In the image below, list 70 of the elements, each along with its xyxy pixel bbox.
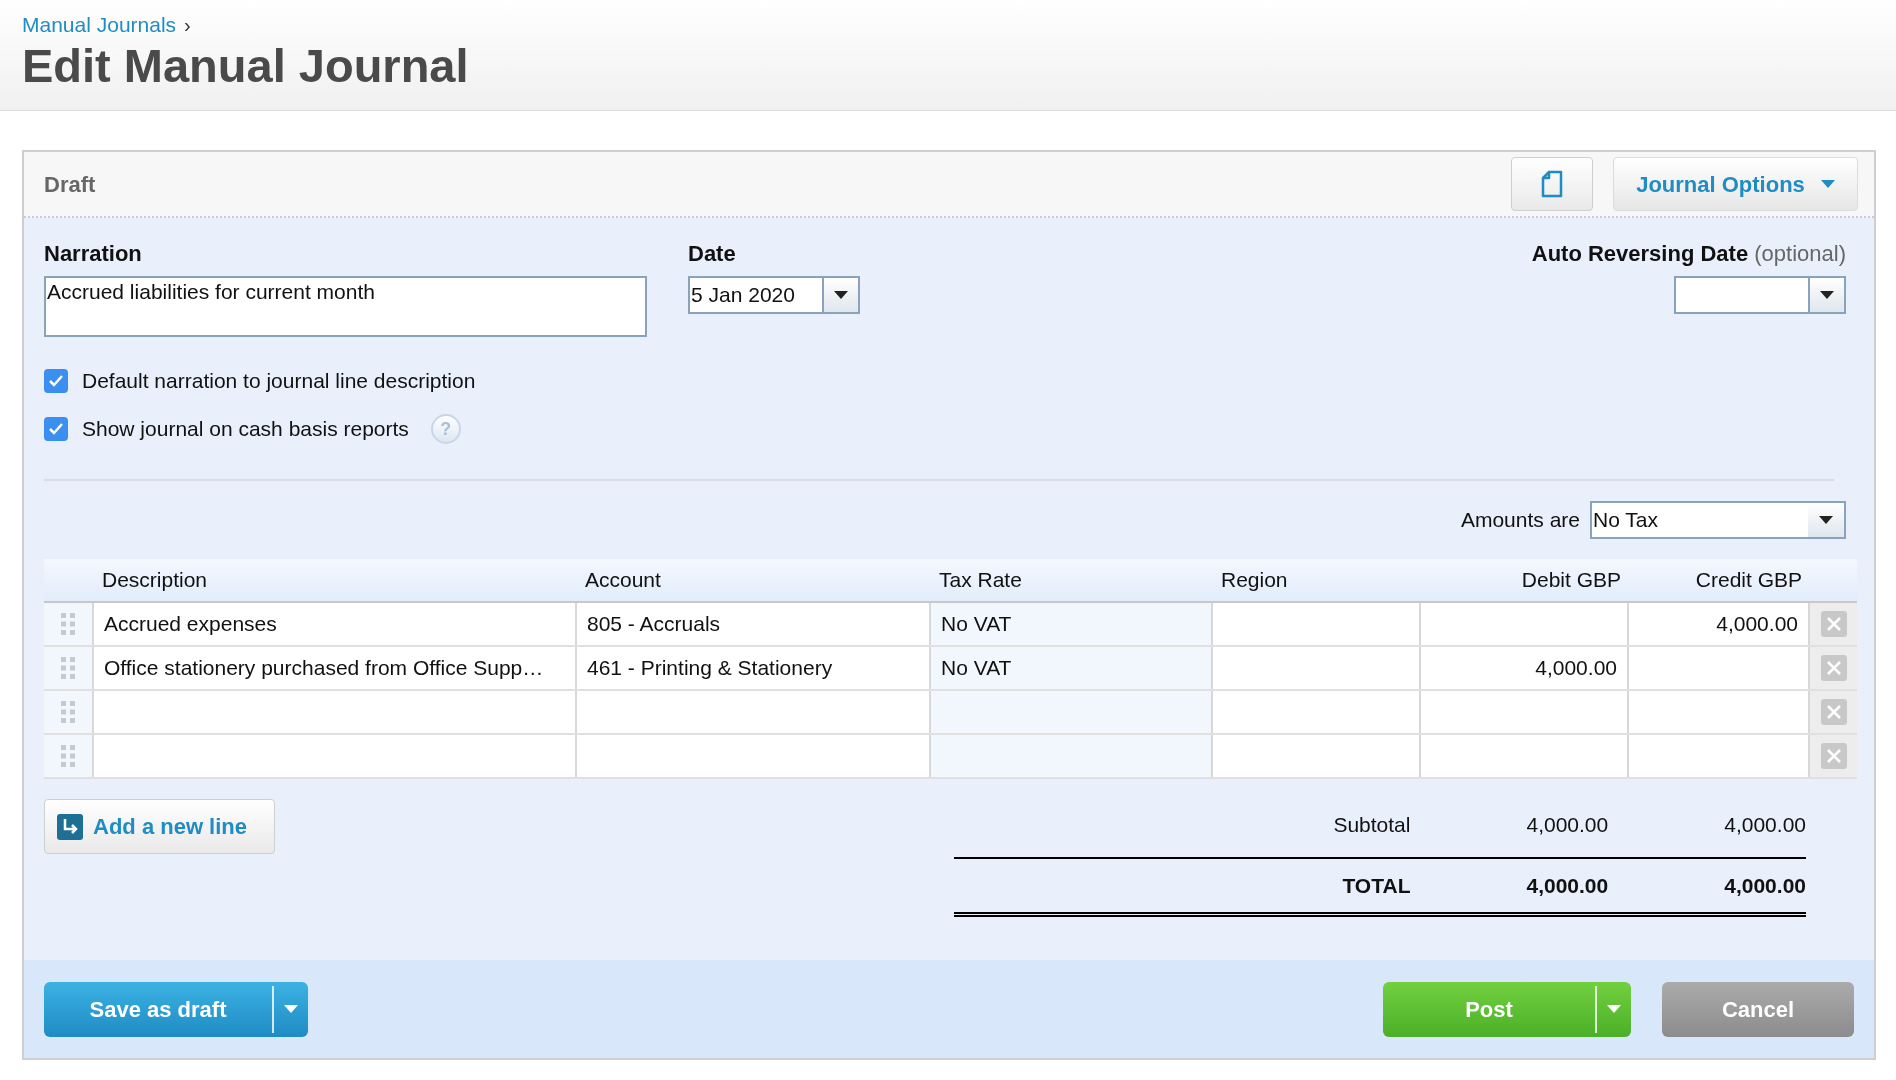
table-cell[interactable]: 4,000.00 bbox=[1421, 647, 1629, 689]
tax-mode-select[interactable]: No Tax bbox=[1590, 501, 1846, 539]
table-cell[interactable] bbox=[1213, 603, 1421, 645]
auto-reversing-date-field[interactable] bbox=[1674, 276, 1846, 314]
breadcrumb-separator: › bbox=[184, 13, 191, 38]
caret-icon bbox=[1607, 1005, 1621, 1013]
column-header: Account bbox=[585, 567, 661, 594]
checkbox[interactable] bbox=[44, 369, 68, 393]
table-cell[interactable] bbox=[1213, 647, 1421, 689]
table-cell[interactable] bbox=[1629, 735, 1810, 777]
credit-total: 4,000.00 bbox=[1724, 812, 1806, 839]
column-header: Tax Rate bbox=[939, 567, 1022, 594]
column-header: Description bbox=[102, 567, 208, 594]
table-cell[interactable] bbox=[577, 691, 931, 733]
totals-label: TOTAL bbox=[1342, 872, 1411, 899]
drag-handle-icon[interactable] bbox=[61, 745, 75, 767]
table-cell[interactable]: Accrued expenses bbox=[94, 603, 577, 645]
dropdown-caret-icon bbox=[1820, 291, 1834, 299]
delete-icon[interactable] bbox=[1820, 743, 1847, 769]
delete-icon[interactable] bbox=[1820, 699, 1847, 725]
drag-handle-icon[interactable] bbox=[61, 701, 75, 723]
breadcrumb-link[interactable]: Manual Journals bbox=[22, 12, 177, 38]
table-cell[interactable]: 461 - Printing & Stationery bbox=[577, 647, 931, 689]
table-cell[interactable] bbox=[931, 691, 1213, 733]
checkbox[interactable] bbox=[44, 417, 68, 441]
checkmark-icon bbox=[48, 374, 64, 388]
date-label: Date bbox=[688, 240, 736, 268]
caret-icon bbox=[284, 1005, 298, 1013]
auto-reversing-date-label: Auto Reversing Date (optional) bbox=[1531, 240, 1846, 268]
delete-icon[interactable] bbox=[1820, 611, 1847, 637]
column-header: Credit GBP bbox=[1695, 567, 1802, 594]
narration-label: Narration bbox=[44, 240, 142, 268]
checkmark-icon bbox=[48, 422, 64, 436]
page-title: Edit Manual Journal bbox=[22, 38, 469, 94]
debit-total: 4,000.00 bbox=[1526, 872, 1609, 899]
table-cell[interactable] bbox=[931, 735, 1213, 777]
amounts-are-label: Amounts are bbox=[1460, 507, 1580, 534]
dropdown-caret-icon bbox=[1819, 516, 1833, 524]
table-cell[interactable]: No VAT bbox=[931, 603, 1213, 645]
option-label: Show journal on cash basis reports bbox=[82, 416, 409, 443]
table-cell[interactable] bbox=[1421, 735, 1629, 777]
debit-total: 4,000.00 bbox=[1526, 812, 1609, 839]
table-cell[interactable] bbox=[1213, 735, 1421, 777]
table-cell[interactable] bbox=[1629, 647, 1810, 689]
table-cell[interactable]: 805 - Accruals bbox=[577, 603, 931, 645]
dropdown-caret-icon bbox=[834, 291, 848, 299]
table-cell[interactable] bbox=[1421, 603, 1629, 645]
table-cell[interactable] bbox=[1629, 691, 1810, 733]
page-icon bbox=[1541, 170, 1563, 198]
option-label: Default narration to journal line description bbox=[82, 368, 476, 395]
drag-handle-icon[interactable] bbox=[61, 657, 75, 679]
date-field[interactable]: 5 Jan 2020 bbox=[688, 276, 860, 314]
credit-total: 4,000.00 bbox=[1724, 872, 1806, 899]
table-cell[interactable]: No VAT bbox=[931, 647, 1213, 689]
status-label: Draft bbox=[44, 170, 96, 199]
table-cell[interactable]: 4,000.00 bbox=[1629, 603, 1810, 645]
table-cell[interactable] bbox=[1421, 691, 1629, 733]
document-button[interactable] bbox=[1511, 157, 1593, 211]
column-header: Region bbox=[1221, 567, 1288, 594]
table-cell[interactable]: Office stationery purchased from Office Supp… bbox=[94, 647, 577, 689]
caret-icon bbox=[1820, 180, 1835, 188]
drag-handle-icon[interactable] bbox=[61, 613, 75, 635]
delete-icon[interactable] bbox=[1820, 655, 1847, 681]
column-header: Debit GBP bbox=[1521, 567, 1621, 594]
totals-label: Subtotal bbox=[1333, 812, 1411, 839]
table-cell[interactable] bbox=[94, 691, 577, 733]
narration-field[interactable]: Accrued liabilities for current month bbox=[44, 276, 647, 337]
table-cell[interactable] bbox=[1213, 691, 1421, 733]
table-cell[interactable] bbox=[577, 735, 931, 777]
table-cell[interactable] bbox=[94, 735, 577, 777]
